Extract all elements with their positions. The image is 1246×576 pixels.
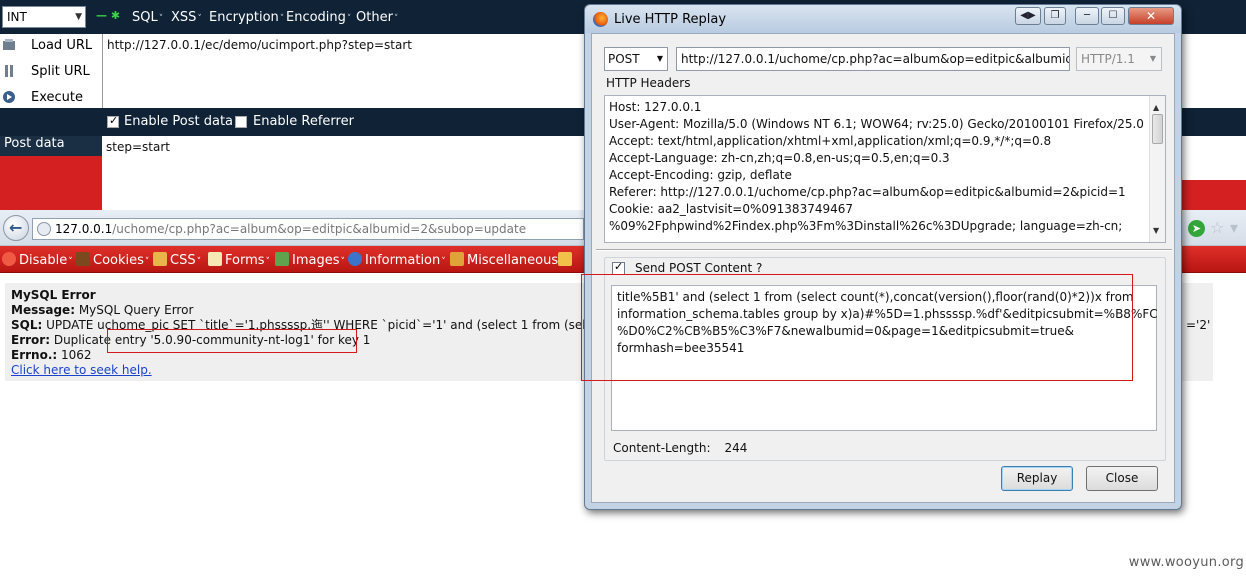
window-close-button[interactable]: ✕ [1128, 7, 1174, 25]
toolbar-cookies[interactable]: Cookies˅ [76, 252, 149, 268]
chevron-down-icon: ▼ [1149, 54, 1156, 63]
error-highlight-box [107, 329, 357, 353]
request-url-input[interactable]: http://127.0.0.1/uchome/cp.php?ac=album&… [676, 47, 1070, 71]
window-nav-button[interactable]: ◀▶ [1015, 7, 1041, 25]
method-select[interactable]: POST ▼ [604, 47, 668, 71]
hackbar-select-value: INT [7, 10, 27, 24]
pane-splitter[interactable] [596, 249, 1172, 251]
chevron-down-icon: ▼ [656, 54, 663, 63]
minimize-button[interactable]: ─ [1075, 7, 1099, 25]
information-icon [348, 252, 362, 266]
address-bar-actions: ➤ ☆ ▾ [1184, 218, 1246, 240]
http-headers-textarea[interactable]: Host: 127.0.0.1 User-Agent: Mozilla/5.0 … [604, 95, 1166, 243]
bookmark-star-icon[interactable]: ☆ [1210, 218, 1224, 237]
window-titlebar[interactable]: Live HTTP Replay ◀▶ ❐ ─ ☐ ✕ [585, 5, 1181, 33]
more-icon[interactable]: ▾ [1230, 218, 1238, 237]
header-line: User-Agent: Mozilla/5.0 (Windows NT 6.1;… [609, 117, 1144, 131]
chevron-down-icon: ▼ [75, 12, 82, 22]
menu-xss[interactable]: XSS˅ [171, 10, 202, 25]
hackbar-actions: Load URL Split URL Execute [0, 34, 102, 108]
window-restore-button[interactable]: ❐ [1044, 7, 1066, 25]
execute-button[interactable]: Execute [0, 86, 102, 110]
enable-referrer-label: Enable Referrer [253, 114, 354, 129]
header-line: %09%2Fphpwind%2Findex.php%3Fm%3Dinstall%… [609, 219, 1123, 233]
scroll-down-icon[interactable]: ▼ [1153, 222, 1159, 239]
window-title: Live HTTP Replay [614, 12, 727, 27]
forms-icon [208, 252, 222, 266]
toolbar-outline[interactable] [558, 252, 575, 268]
back-arrow-icon: ← [9, 218, 23, 237]
address-bar[interactable]: 127.0.0.1/uchome/cp.php?ac=album&op=edit… [32, 218, 584, 240]
toolbar-css[interactable]: CSS˅ [153, 252, 201, 268]
enable-post-label: Enable Post data [124, 114, 234, 129]
header-line: Accept-Encoding: gzip, deflate [609, 168, 792, 182]
cookie-icon [76, 252, 90, 266]
images-icon [275, 252, 289, 266]
load-url-button[interactable]: Load URL [0, 34, 102, 58]
execute-icon [3, 91, 15, 103]
toolbar-miscellaneous[interactable]: Miscellaneous˅ [450, 252, 564, 268]
menu-encoding[interactable]: Encoding˅ [286, 10, 351, 25]
hackbar-url-input[interactable]: http://127.0.0.1/ec/demo/ucimport.php?st… [102, 34, 586, 108]
header-line: Accept-Language: zh-cn,zh;q=0.8,en-us;q=… [609, 151, 950, 165]
toolbar-information[interactable]: Information˅ [348, 252, 446, 268]
maximize-button[interactable]: ☐ [1101, 7, 1125, 25]
menu-other[interactable]: Other˅ [356, 10, 398, 25]
content-length: Content-Length: 244 [613, 441, 748, 455]
firefox-icon [593, 12, 608, 27]
window-body: POST ▼ http://127.0.0.1/uchome/cp.php?ac… [591, 33, 1175, 503]
watermark: www.wooyun.org [1128, 555, 1244, 570]
pencil-icon [558, 252, 572, 266]
menu-sql[interactable]: SQL˅ [132, 10, 163, 25]
send-post-label: Send POST Content ? [635, 261, 763, 275]
toolbar-images[interactable]: Images˅ [275, 252, 345, 268]
enable-referrer-checkbox[interactable] [235, 116, 247, 128]
replay-button[interactable]: Replay [1001, 466, 1073, 491]
miscellaneous-icon [450, 252, 464, 266]
css-brush-icon [153, 252, 167, 266]
header-line: Cookie: aa2_lastvisit=0%091383749467 [609, 202, 854, 216]
split-url-button[interactable]: Split URL [0, 60, 102, 84]
post-data-accent [0, 156, 102, 210]
error-sql-tail: ='2' [1186, 318, 1211, 332]
go-arrow-icon[interactable]: ➤ [1188, 220, 1205, 237]
load-url-icon [3, 39, 15, 50]
hackbar-post-input[interactable]: step=start [102, 136, 586, 210]
http-headers-label: HTTP Headers [606, 76, 691, 90]
scrollbar-thumb[interactable] [1152, 114, 1163, 144]
header-line: Accept: text/html,application/xhtml+xml,… [609, 134, 1052, 148]
header-line: Host: 127.0.0.1 [609, 100, 702, 114]
post-highlight-box [581, 274, 1133, 381]
hackbar-type-select[interactable]: INT ▼ [2, 6, 86, 28]
toolbar-disable[interactable]: Disable˅ [2, 252, 73, 268]
protocol-select[interactable]: HTTP/1.1 ▼ [1076, 47, 1162, 71]
seek-help-link[interactable]: Click here to seek help. [11, 363, 152, 377]
header-line: Referer: http://127.0.0.1/uchome/cp.php?… [609, 185, 1126, 199]
toolbar-forms[interactable]: Forms˅ [208, 252, 270, 268]
enable-post-checkbox[interactable] [107, 114, 119, 128]
back-button[interactable]: ← [3, 215, 29, 241]
live-http-replay-window: Live HTTP Replay ◀▶ ❐ ─ ☐ ✕ POST ▼ http:… [584, 4, 1182, 510]
disable-icon [2, 252, 16, 266]
headers-scrollbar[interactable]: ▲ ▼ [1149, 96, 1165, 242]
menu-encryption[interactable]: Encryption˅ [209, 10, 284, 25]
hackbar-indicator-icon: — ✱ [96, 9, 121, 22]
close-button[interactable]: Close [1086, 466, 1158, 491]
globe-icon [37, 222, 51, 236]
post-data-label: Post data [4, 136, 65, 151]
split-url-icon [5, 65, 13, 77]
